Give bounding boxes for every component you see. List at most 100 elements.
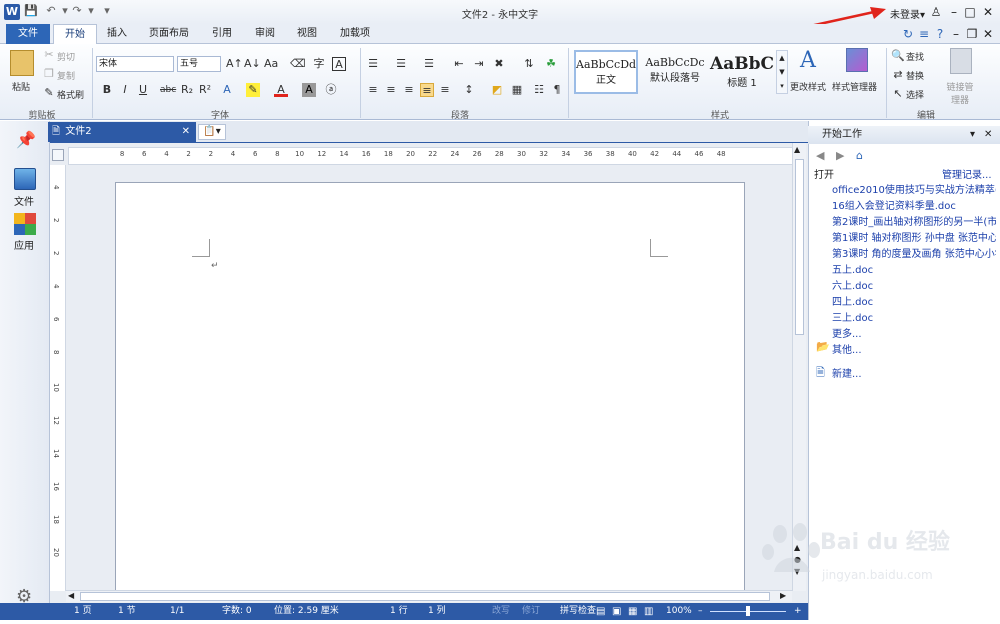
doc-close-icon[interactable]: ✕: [980, 26, 996, 42]
increase-indent-icon[interactable]: ⇥: [472, 57, 486, 71]
cut-button[interactable]: 剪切: [57, 50, 75, 63]
paste-icon[interactable]: [10, 50, 34, 76]
status-pages[interactable]: 1/1: [170, 603, 184, 620]
enclose-char-icon[interactable]: ⓐ: [324, 83, 338, 97]
strikethrough-icon[interactable]: abc: [160, 83, 176, 97]
refresh-icon[interactable]: ↻: [900, 26, 916, 42]
superscript-icon[interactable]: R²: [198, 83, 212, 97]
font-size-combo[interactable]: 五号: [177, 56, 221, 72]
font-color-icon[interactable]: A: [274, 83, 288, 97]
new-tab-icon[interactable]: 📋▾: [198, 124, 226, 140]
text-effect-icon[interactable]: A: [220, 83, 234, 97]
tab-close-icon[interactable]: ✕: [182, 122, 190, 142]
subscript-icon[interactable]: R₂: [180, 83, 194, 97]
shading-icon[interactable]: ◩: [490, 83, 504, 97]
change-case-icon[interactable]: Aa: [264, 57, 278, 71]
link-manager-icon[interactable]: [950, 48, 972, 74]
recent-file-item[interactable]: 更多...: [832, 325, 996, 340]
zoom-level[interactable]: 100%: [666, 603, 692, 620]
change-styles-button[interactable]: 更改样式: [790, 80, 826, 93]
tab-references[interactable]: 引用: [205, 24, 239, 44]
tab-addins[interactable]: 加载项: [335, 24, 375, 44]
other-link[interactable]: 其他...: [832, 341, 996, 356]
tab-page-layout[interactable]: 页面布局: [144, 24, 194, 44]
view-print-icon[interactable]: ▤: [596, 603, 605, 620]
new-link[interactable]: 新建...: [832, 365, 996, 380]
status-position[interactable]: 位置: 2.59 厘米: [274, 603, 339, 620]
highlight-icon[interactable]: ✎: [246, 83, 260, 97]
user-icon[interactable]: ♙: [928, 4, 944, 20]
horizontal-scrollbar[interactable]: ◀ ▶: [66, 590, 792, 602]
forward-icon[interactable]: ▶: [836, 149, 844, 162]
tab-selector-icon[interactable]: [52, 149, 64, 161]
shrink-font-icon[interactable]: A↓: [244, 57, 261, 71]
document-tab[interactable]: 🗎 文件2 ✕: [48, 122, 196, 142]
pin-icon[interactable]: 📌: [16, 130, 36, 149]
char-border-icon[interactable]: A: [332, 57, 346, 71]
recent-file-item[interactable]: 第2课时_画出轴对称图形的另一半(市中: [832, 213, 996, 228]
login-button[interactable]: 未登录▾: [890, 6, 925, 21]
back-icon[interactable]: ◀: [816, 149, 824, 162]
decrease-indent-icon[interactable]: ⇤: [452, 57, 466, 71]
multilevel-list-icon[interactable]: ☰: [422, 57, 436, 71]
doc-minimize-icon[interactable]: –: [948, 26, 964, 42]
bold-icon[interactable]: B: [100, 83, 114, 97]
status-revise[interactable]: 修订: [522, 603, 540, 620]
select-button[interactable]: 选择: [906, 88, 924, 101]
zoom-in-icon[interactable]: +: [794, 603, 802, 620]
recent-file-item[interactable]: office2010使用技巧与实战方法精萃(w: [832, 181, 996, 196]
underline-icon[interactable]: U: [136, 83, 150, 97]
tab-home[interactable]: 开始: [53, 24, 97, 45]
status-col[interactable]: 1 列: [428, 603, 446, 620]
apps-label[interactable]: 应用: [14, 237, 34, 252]
distributed-icon[interactable]: ≡: [438, 83, 452, 97]
recent-file-item[interactable]: 三上.doc: [832, 309, 996, 324]
recent-file-item[interactable]: 16组入会登记资料季量.doc: [832, 197, 996, 212]
file-panel-label[interactable]: 文件: [14, 193, 34, 208]
scroll-left-icon[interactable]: ◀: [68, 591, 74, 600]
align-right-icon[interactable]: ≡: [402, 83, 416, 97]
scroll-up-icon[interactable]: ▲: [794, 145, 800, 154]
task-pane-dropdown-icon[interactable]: ▾: [970, 126, 975, 144]
tab-insert[interactable]: 插入: [100, 24, 134, 44]
find-button[interactable]: 查找: [906, 50, 924, 63]
view-outline-icon[interactable]: ▥: [644, 603, 653, 620]
close-icon[interactable]: ✕: [980, 4, 996, 20]
align-left-icon[interactable]: ≡: [366, 83, 380, 97]
style-manager-icon[interactable]: [846, 48, 868, 72]
recent-file-item[interactable]: 第1课时 轴对称图形 孙中盘 张范中心: [832, 229, 996, 244]
document-page[interactable]: ↵: [115, 182, 745, 592]
style-default-para[interactable]: AaBbCcDc 默认段落号: [642, 50, 708, 94]
doc-restore-icon[interactable]: ❐: [964, 26, 980, 42]
pilcrow-icon[interactable]: ¶: [550, 83, 564, 97]
font-name-combo[interactable]: 宋体: [96, 56, 174, 72]
change-styles-icon[interactable]: A: [796, 48, 820, 74]
phonetic-guide-icon[interactable]: 字: [312, 57, 326, 71]
recent-file-item[interactable]: 第3课时 角的度量及画角 张范中心小学: [832, 245, 996, 260]
clear-format-icon[interactable]: ⌫: [290, 57, 306, 71]
horizontal-ruler[interactable]: 8 6 4 2 2 4 6 8 10 12 14 16 18 20 22 24 26 28 30 32 34 36 38 40…: [68, 147, 793, 165]
style-heading-1[interactable]: AaBbC 标题 1: [710, 50, 774, 94]
status-line[interactable]: 1 行: [390, 603, 408, 620]
minimize-icon[interactable]: –: [946, 4, 962, 20]
justify-icon[interactable]: ≡: [420, 83, 434, 97]
status-page[interactable]: 1 页: [74, 603, 92, 620]
recent-file-item[interactable]: 六上.doc: [832, 277, 996, 292]
zoom-out-icon[interactable]: –: [698, 603, 703, 620]
recent-file-item[interactable]: 四上.doc: [832, 293, 996, 308]
scroll-thumb[interactable]: [795, 159, 804, 335]
style-normal[interactable]: AaBbCcDd 正文: [574, 50, 638, 94]
sort-icon[interactable]: ⇅: [522, 57, 536, 71]
tab-view[interactable]: 视图: [290, 24, 324, 44]
manage-records-link[interactable]: 管理记录...: [942, 166, 992, 181]
link-manager-button[interactable]: 链接管理器: [946, 80, 974, 106]
bullets-icon[interactable]: ☰: [366, 57, 380, 71]
status-overwrite[interactable]: 改写: [492, 603, 510, 620]
format-painter-button[interactable]: 格式刷: [57, 88, 84, 101]
file-panel-icon[interactable]: [14, 168, 36, 190]
numbering-icon[interactable]: ☰: [394, 57, 408, 71]
chinese-layout-icon[interactable]: ✖: [492, 57, 506, 71]
line-spacing-icon[interactable]: ↕: [462, 83, 476, 97]
style-manager-button[interactable]: 样式管理器: [832, 80, 877, 93]
paragraph-layout-icon[interactable]: ☷: [532, 83, 546, 97]
